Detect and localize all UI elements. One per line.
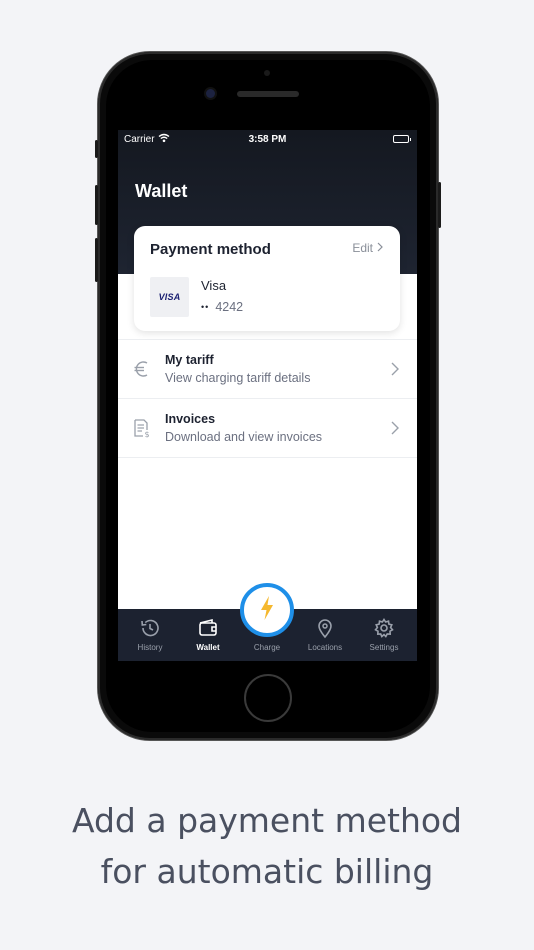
tab-wallet[interactable]: Wallet [179,609,237,661]
tab-label: Wallet [196,643,220,652]
tab-history[interactable]: History [121,609,179,661]
row-title: Invoices [165,412,216,426]
caption-line-1: Add a payment method [71,801,463,840]
battery-icon [393,135,411,143]
tab-locations[interactable]: Locations [296,609,354,661]
status-bar: Carrier 3:58 PM [118,130,417,150]
row-title: My tariff [165,353,214,367]
front-camera [206,89,215,98]
card-number: •• 4242 [201,300,243,314]
location-pin-icon [314,617,336,639]
volume-down-button [95,238,98,282]
edit-button[interactable]: Edit [352,241,383,255]
chevron-right-icon [391,362,399,381]
visa-logo-icon: VISA [150,277,189,317]
row-subtitle: View charging tariff details [165,371,311,385]
list-item-invoices[interactable]: $ Invoices Download and view invoices [118,398,417,458]
volume-up-button [95,185,98,225]
app-screen: Carrier 3:58 PM Wallet My tariff View ch… [118,130,417,661]
tab-label: Charge [253,643,281,652]
charge-button[interactable] [240,583,294,637]
chevron-right-icon [377,241,383,255]
invoice-icon: $ [132,417,152,439]
proximity-sensor [264,70,270,76]
card-brand: Visa [201,278,227,293]
edit-label: Edit [352,241,373,255]
row-subtitle: Download and view invoices [165,430,323,444]
card-mask: •• [201,302,210,312]
list-item-my-tariff[interactable]: My tariff View charging tariff details [118,339,417,399]
history-icon [139,617,161,639]
caption-line-2: for automatic billing [100,852,434,891]
card-last4: 4242 [215,300,244,314]
tab-label: Locations [307,643,343,652]
tab-label: Settings [369,643,399,652]
chevron-right-icon [391,421,399,440]
svg-text:$: $ [145,430,150,438]
payment-method-card[interactable]: Payment method Edit VISA Visa •• 4242 [134,226,400,331]
tab-settings[interactable]: Settings [355,609,413,661]
home-button[interactable] [244,674,292,722]
status-time: 3:58 PM [248,134,287,145]
visa-logo-text: VISA [158,292,181,302]
earpiece-speaker [237,91,299,97]
lightning-icon [258,595,276,626]
gear-icon [373,617,395,639]
wallet-icon [197,617,219,639]
mute-switch [95,140,98,158]
power-button [438,182,441,228]
page-title: Wallet [135,181,188,201]
euro-icon [132,358,152,380]
payment-method-title: Payment method [150,241,271,258]
tab-label: History [137,643,163,652]
